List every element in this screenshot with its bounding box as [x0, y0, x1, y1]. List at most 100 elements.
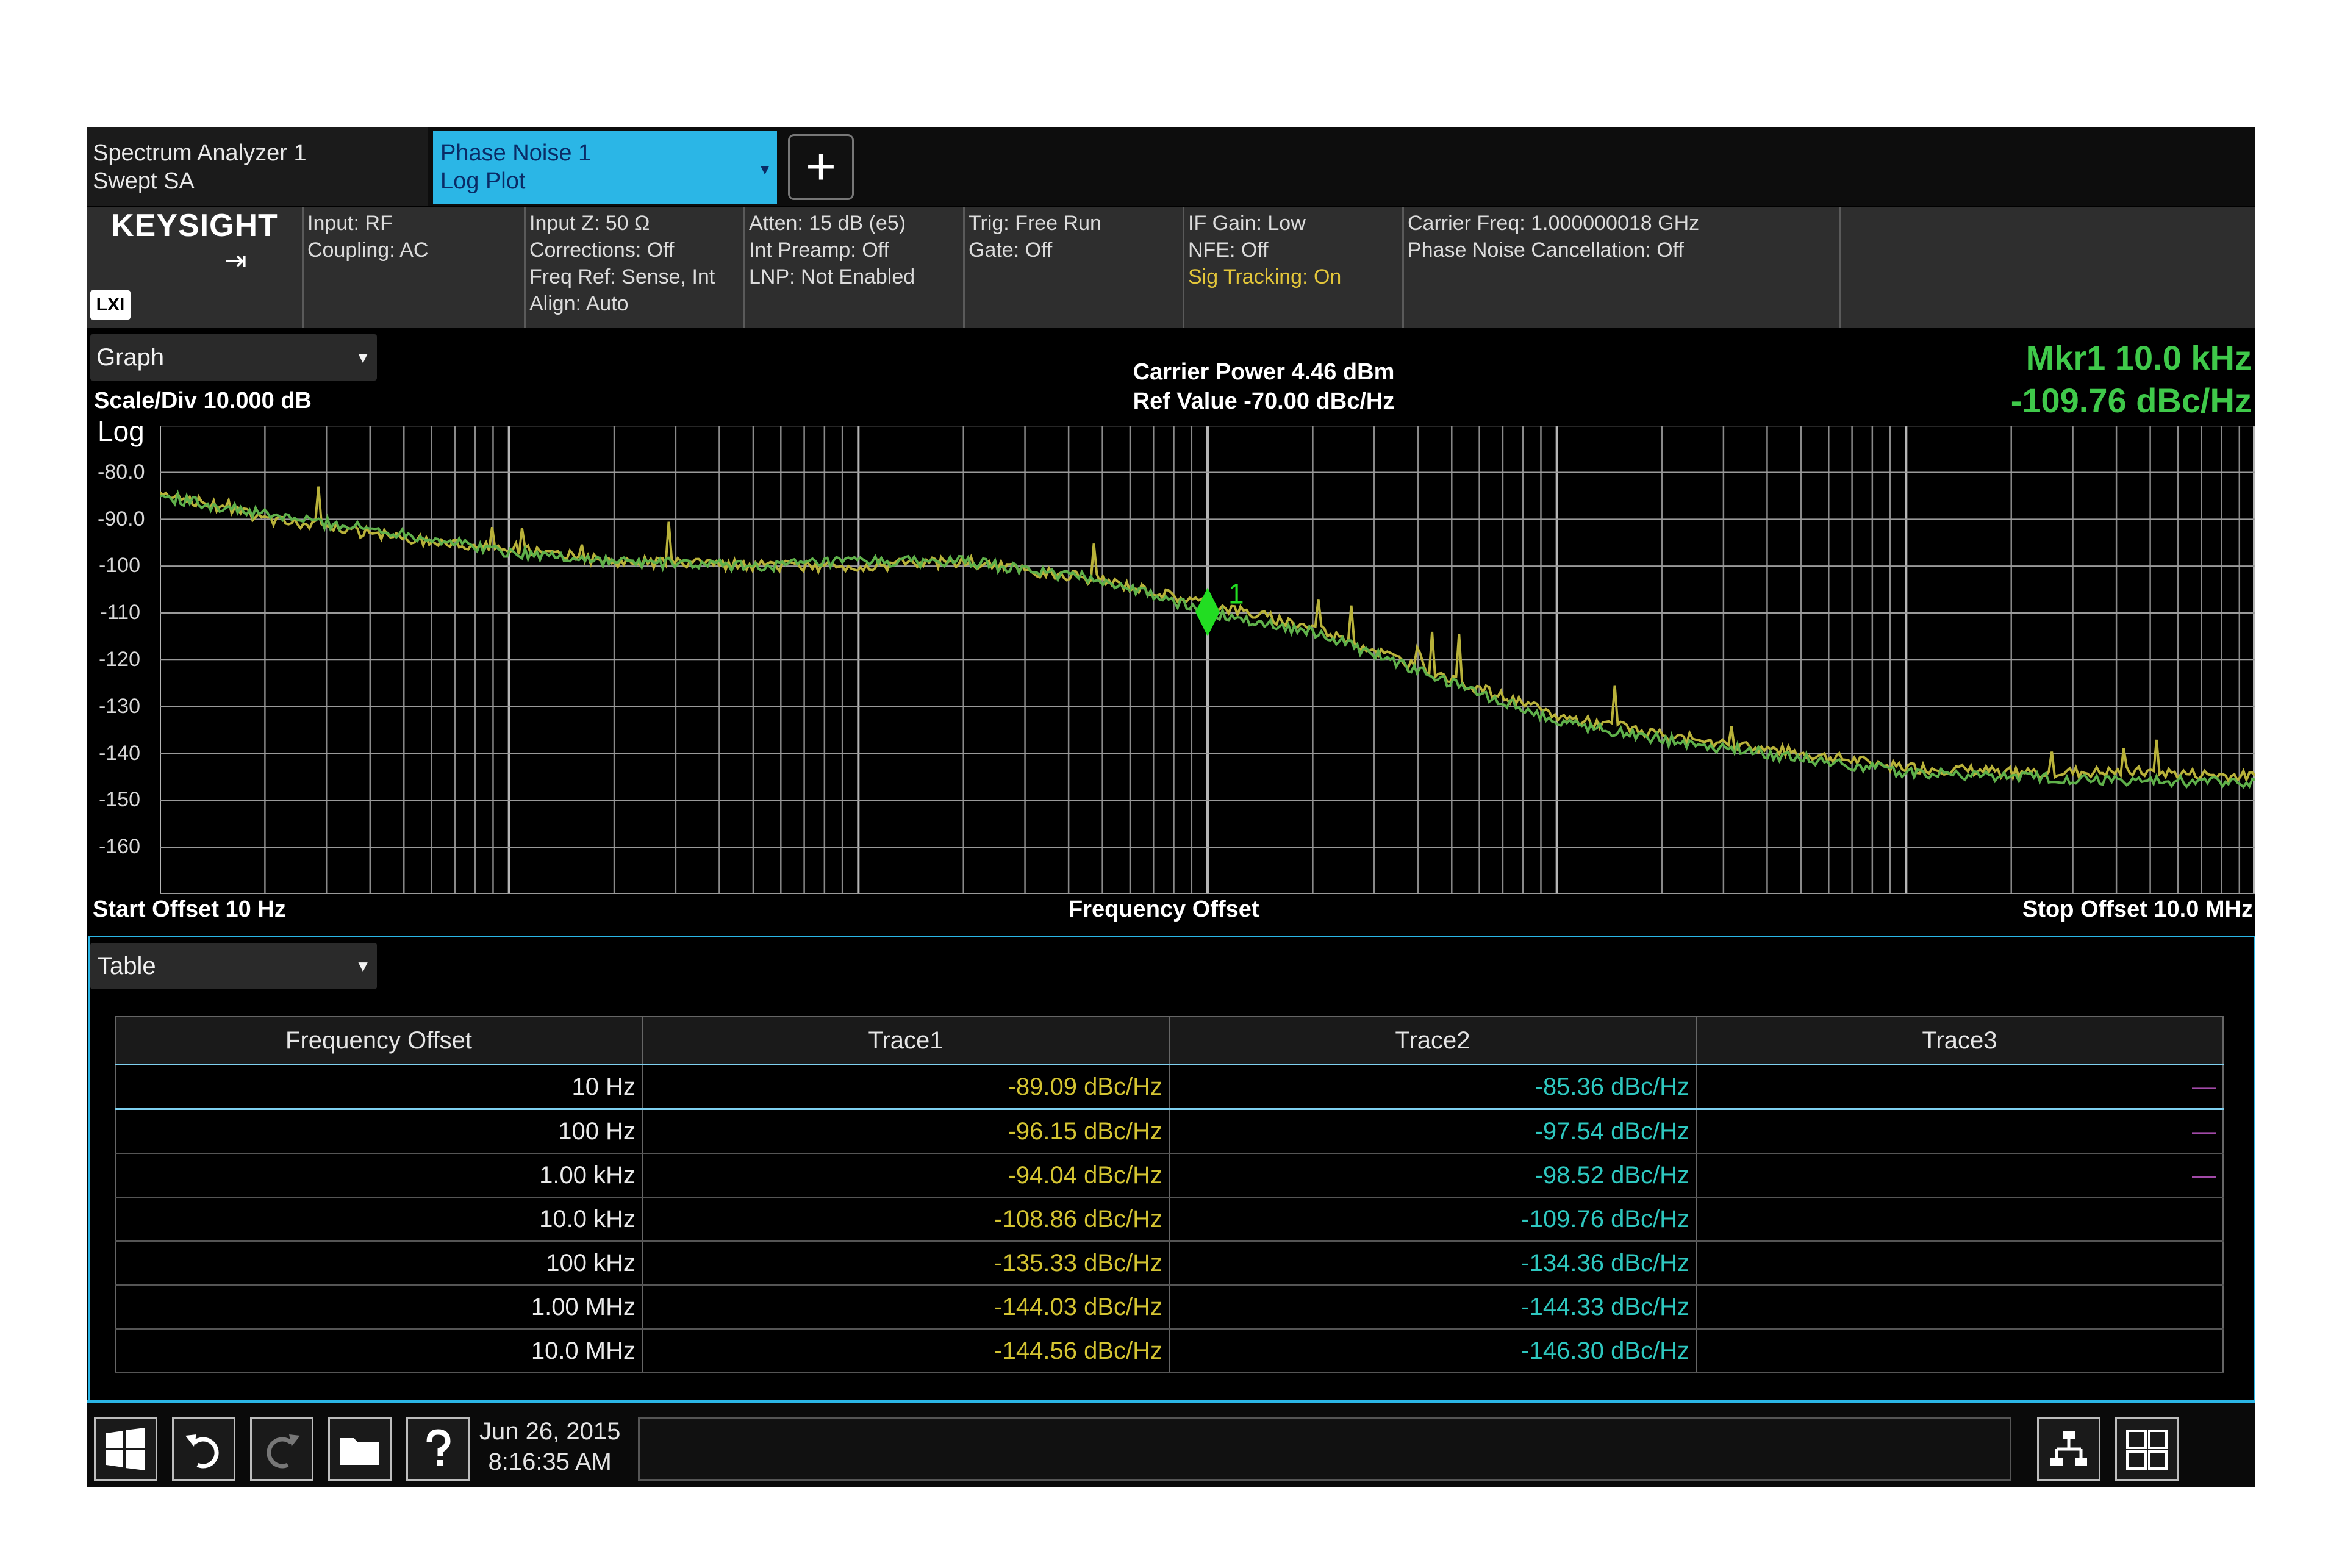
- table-view-select[interactable]: Table ▼: [90, 943, 377, 989]
- cell-frequency: 100 kHz: [115, 1240, 643, 1286]
- window-layout-button[interactable]: [2037, 1417, 2100, 1481]
- setting-gate: Gate: Off: [969, 238, 1053, 262]
- analyzer-app: Spectrum Analyzer 1 Swept SA Phase Noise…: [87, 127, 2257, 1487]
- windows-start-button[interactable]: [94, 1417, 157, 1481]
- multi-window-button[interactable]: [2115, 1417, 2179, 1481]
- cell-frequency: 10.0 kHz: [115, 1197, 643, 1242]
- setting-align: Align: Auto: [529, 292, 629, 315]
- cell-trace1: -96.15 dBc/Hz: [642, 1108, 1170, 1154]
- graph-header: Carrier Power 4.46 dBm Ref Value -70.00 …: [1020, 357, 1508, 416]
- y-tick-label: -130: [98, 694, 140, 718]
- cell-trace3: —: [1696, 1153, 2224, 1198]
- cell-trace3: —: [1696, 1108, 2224, 1154]
- col-trace1[interactable]: Trace1: [642, 1016, 1170, 1065]
- table-row[interactable]: 10.0 MHz -144.56 dBc/Hz -146.30 dBc/Hz: [115, 1328, 2224, 1373]
- setting-pn-cancellation: Phase Noise Cancellation: Off: [1408, 238, 1684, 262]
- tab-screen-line2: Swept SA: [93, 168, 195, 194]
- cell-trace2: -97.54 dBc/Hz: [1169, 1108, 1697, 1154]
- add-screen-button[interactable]: +: [788, 134, 854, 200]
- tab-mode-phase-noise[interactable]: Phase Noise 1 Log Plot ▼: [433, 131, 777, 204]
- cell-trace1: -135.33 dBc/Hz: [642, 1240, 1170, 1286]
- brand-logo: KEYSIGHT: [111, 208, 278, 243]
- ref-value: Ref Value -70.00 dBc/Hz: [1133, 388, 1395, 414]
- graph-view-select[interactable]: Graph ▼: [90, 334, 377, 381]
- cell-trace3: [1696, 1284, 2224, 1330]
- settings-trigger-panel[interactable]: Trig: Free Run Gate: Off: [965, 207, 1184, 328]
- table-row[interactable]: 1.00 kHz -94.04 dBc/Hz -98.52 dBc/Hz —: [115, 1153, 2224, 1198]
- y-tick-label: -80.0: [98, 460, 145, 484]
- tab-screen-line1: Spectrum Analyzer 1: [93, 140, 307, 166]
- y-tick-label: -90.0: [98, 507, 145, 531]
- table-row[interactable]: 10.0 kHz -108.86 dBc/Hz -109.76 dBc/Hz: [115, 1197, 2224, 1242]
- cell-trace3: [1696, 1240, 2224, 1286]
- settings-carrier-panel[interactable]: Carrier Freq: 1.000000018 GHz Phase Nois…: [1404, 207, 1841, 328]
- x-axis-label: Frequency Offset: [1069, 897, 1259, 922]
- stop-offset: Stop Offset 10.0 MHz: [2022, 897, 2253, 922]
- table-row[interactable]: 100 kHz -135.33 dBc/Hz -134.36 dBc/Hz: [115, 1240, 2224, 1286]
- plot-area[interactable]: 1: [159, 424, 2257, 895]
- layout-icon: [2050, 1431, 2087, 1466]
- marker-readout: Mkr1 10.0 kHz -109.76 dBc/Hz: [2011, 337, 2252, 422]
- cell-trace2: -144.33 dBc/Hz: [1169, 1284, 1697, 1330]
- help-icon: [426, 1429, 451, 1466]
- setting-coupling: Coupling: AC: [307, 238, 429, 262]
- scale-per-div: Scale/Div 10.000 dB: [94, 388, 312, 413]
- file-explorer-button[interactable]: [328, 1417, 392, 1481]
- marker-number-label: 1: [1228, 578, 1244, 609]
- marker-frequency: Mkr1 10.0 kHz: [2025, 338, 2252, 377]
- cell-trace3: [1696, 1197, 2224, 1242]
- redo-button[interactable]: [250, 1417, 313, 1481]
- cell-trace3: —: [1696, 1064, 2224, 1110]
- brand-panel: KEYSIGHT ⇥ LXI: [87, 207, 304, 328]
- settings-atten-panel[interactable]: Atten: 15 dB (e5) Int Preamp: Off LNP: N…: [745, 207, 965, 328]
- settings-input-panel[interactable]: Input: RF Coupling: AC: [304, 207, 526, 328]
- cell-frequency: 100 Hz: [115, 1108, 643, 1154]
- graph-view-label: Graph: [96, 344, 165, 371]
- cell-frequency: 10 Hz: [115, 1064, 643, 1110]
- folder-icon: [340, 1438, 379, 1465]
- dropdown-arrow-icon: ▼: [757, 162, 772, 178]
- setting-trigger: Trig: Free Run: [969, 212, 1101, 235]
- tab-mode-line1: Phase Noise 1: [440, 140, 592, 166]
- settings-corrections-panel[interactable]: Input Z: 50 Ω Corrections: Off Freq Ref:…: [526, 207, 745, 328]
- cell-trace2: -146.30 dBc/Hz: [1169, 1328, 1697, 1373]
- setting-atten: Atten: 15 dB (e5): [749, 212, 906, 235]
- table-header-row: Frequency Offset Trace1 Trace2 Trace3: [115, 1016, 2224, 1065]
- multi-window-icon: [2126, 1430, 2168, 1470]
- col-frequency-offset[interactable]: Frequency Offset: [115, 1016, 643, 1065]
- cell-trace2: -134.36 dBc/Hz: [1169, 1240, 1697, 1286]
- cell-trace1: -94.04 dBc/Hz: [642, 1153, 1170, 1198]
- cell-frequency: 1.00 MHz: [115, 1284, 643, 1330]
- cell-trace1: -144.03 dBc/Hz: [642, 1284, 1170, 1330]
- marker-amplitude: -109.76 dBc/Hz: [2010, 381, 2252, 420]
- date-time: Jun 26, 2015 8:16:35 AM: [479, 1416, 620, 1477]
- undo-icon: [185, 1434, 219, 1469]
- phase-noise-plot[interactable]: 1: [159, 424, 2257, 895]
- redo-icon: [267, 1434, 300, 1469]
- setting-preamp: Int Preamp: Off: [749, 238, 889, 262]
- setting-if-gain: IF Gain: Low: [1188, 212, 1306, 235]
- col-trace3[interactable]: Trace3: [1696, 1016, 2224, 1065]
- table-row[interactable]: 100 Hz -96.15 dBc/Hz -97.54 dBc/Hz —: [115, 1108, 2224, 1154]
- dropdown-arrow-icon: ▼: [355, 957, 371, 975]
- col-trace2[interactable]: Trace2: [1169, 1016, 1697, 1065]
- time: 8:16:35 AM: [488, 1448, 612, 1475]
- message-bar[interactable]: [638, 1417, 2011, 1481]
- y-tick-label: -140: [98, 741, 140, 765]
- table-row[interactable]: 10 Hz -89.09 dBc/Hz -85.36 dBc/Hz —: [115, 1064, 2224, 1110]
- setting-input-z: Input Z: 50 Ω: [529, 212, 650, 235]
- windows-icon: [106, 1428, 145, 1470]
- y-tick-label: -100: [98, 554, 140, 578]
- settings-if-gain-panel[interactable]: IF Gain: Low NFE: Off Sig Tracking: On: [1184, 207, 1404, 328]
- undo-button[interactable]: [172, 1417, 235, 1481]
- table-row[interactable]: 1.00 MHz -144.03 dBc/Hz -144.33 dBc/Hz: [115, 1284, 2224, 1330]
- setting-corrections: Corrections: Off: [529, 238, 675, 262]
- cell-trace1: -108.86 dBc/Hz: [642, 1197, 1170, 1242]
- tab-screen-spectrum-analyzer[interactable]: Spectrum Analyzer 1 Swept SA: [87, 127, 428, 206]
- help-button[interactable]: [406, 1417, 470, 1481]
- setting-carrier-freq: Carrier Freq: 1.000000018 GHz: [1408, 212, 1700, 235]
- y-tick-label: -120: [98, 648, 140, 671]
- dropdown-arrow-icon: ▼: [355, 348, 371, 367]
- tab-mode-line2: Log Plot: [440, 168, 526, 194]
- setting-input: Input: RF: [307, 212, 393, 235]
